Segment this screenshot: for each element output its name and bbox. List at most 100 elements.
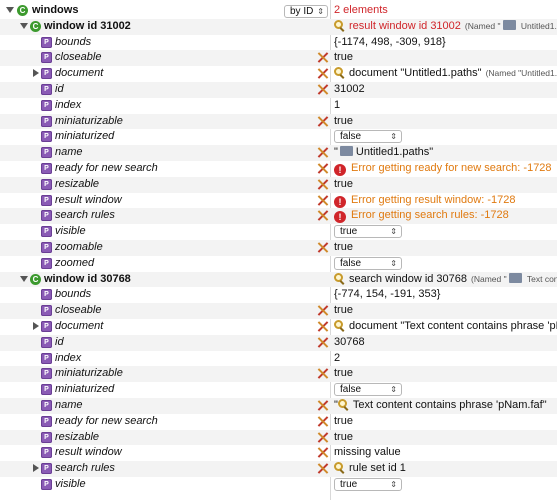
property-icon: P [41,431,52,443]
no-write-icon [317,337,328,348]
class-icon: C [30,20,41,32]
property-row[interactable]: Pminiaturizable true [0,366,557,383]
class-icon: C [17,5,28,16]
property-icon: P [41,257,52,269]
property-name: closeable [55,51,102,64]
property-row[interactable]: Pdocument document "Text content contains… [0,319,557,335]
property-row[interactable]: Pzoomable true [0,240,557,256]
property-value: 31002 [334,83,365,95]
property-row[interactable]: Pcloseable true [0,50,557,67]
property-name: zoomable [55,241,103,253]
reference-value[interactable]: rule set id 1 [334,462,406,474]
tree-row-windows[interactable]: Cwindows by ID ⇕ 2 elements [0,3,557,19]
property-row[interactable]: Pid 31002 [0,82,557,98]
property-row[interactable]: Pready for new search! Error getting read… [0,161,557,177]
disclosure-triangle-expanded-icon[interactable] [6,7,14,13]
chevron-updown-icon: ⇕ [390,385,397,395]
value-select-text: true [340,479,358,490]
no-write-icon [317,195,328,206]
error-text: Error getting result window: -1728 [351,193,516,206]
property-value: 30768 [334,335,365,348]
value-select[interactable]: true ⇕ [334,225,402,239]
property-row[interactable]: Pindex 1 [0,98,557,114]
chevron-updown-icon: ⇕ [390,480,397,489]
no-write-icon [317,52,328,63]
error-icon: ! [334,211,346,224]
property-row[interactable]: Pvisible true ⇕ [0,477,557,493]
property-value: {-1174, 498, -309, 918} [334,35,446,48]
property-icon: P [41,210,52,222]
property-row[interactable]: Pminiaturized false ⇕ [0,129,557,145]
property-icon: P [41,305,52,317]
tree-row-window[interactable]: Cwindow id 31002 result window id 31002 (N… [0,18,557,35]
property-name: search rules [55,209,115,222]
property-row[interactable]: Pminiaturizable true [0,113,557,130]
property-row[interactable]: Pminiaturized false ⇕ [0,382,557,398]
name-value: " Untitled1.paths" [334,146,433,158]
tree-row-window[interactable]: Cwindow id 30768 search window id 30768 (N… [0,271,557,288]
chevron-updown-icon: ⇕ [390,227,397,237]
disclosure-triangle-collapsed-icon[interactable] [33,322,39,330]
value-select[interactable]: false ⇕ [334,256,402,270]
reference-text: document "Untitled1.paths" [349,67,482,80]
property-row[interactable]: Pname " Untitled1.paths" [0,145,557,161]
window-label: window id 30768 [44,272,131,285]
magnifier-icon [334,19,345,31]
magnifier-icon [337,399,349,410]
property-name: resizable [55,177,100,190]
no-write-icon [317,179,328,190]
property-name: bounds [55,288,92,301]
property-row[interactable]: Pzoomed false ⇕ [0,256,557,272]
property-row[interactable]: Psearch rules! Error getting search rules… [0,208,557,225]
property-name: miniaturizable [55,367,123,380]
name-text: Text content contains phrase 'pNam.faf" [352,399,547,411]
magnifier-icon [334,272,345,284]
value-select[interactable]: false ⇕ [334,130,402,144]
reference-text: rule set id 1 [349,462,406,475]
reference-value[interactable]: document "Untitled1.paths" (Named "Untitl… [334,67,557,79]
value-select[interactable]: false ⇕ [334,383,402,397]
reference-value[interactable]: document "Text content contains phrase '… [334,320,557,332]
property-row[interactable]: Psearch rules rule set id 1 [0,461,557,477]
property-value: true [334,114,353,127]
property-icon: P [41,463,52,475]
property-row[interactable]: Pindex 2 [0,351,557,367]
no-write-icon [317,116,328,127]
property-row[interactable]: Pname " Text content contains phrase 'pNam… [0,398,557,414]
property-row[interactable]: Presult window! Error getting result wind… [0,193,557,209]
disclosure-triangle-collapsed-icon[interactable] [33,464,39,473]
property-icon: P [41,52,52,64]
sort-select[interactable]: by ID ⇕ [284,5,328,18]
property-icon: P [41,226,52,238]
property-icon: P [41,415,52,427]
property-row[interactable]: Presult window missing value [0,445,557,461]
magnifier-icon [334,320,345,331]
property-row[interactable]: Pvisible true ⇕ [0,224,557,240]
window-label: window id 31002 [44,19,131,32]
no-write-icon [317,432,328,443]
summary-note-tail: Text conte [526,273,557,284]
property-row[interactable]: Presizable true [0,176,557,193]
property-name: result window [55,446,122,459]
value-select[interactable]: true ⇕ [334,478,402,491]
property-row[interactable]: Pid 30768 [0,334,557,351]
magnifier-icon [334,462,345,473]
property-icon: P [41,289,52,301]
error-value: ! Error getting ready for new search: -17… [334,162,552,176]
summary-note: (Named " [471,273,507,284]
no-write-icon [317,305,328,316]
property-row[interactable]: Pdocument document "Untitled1.paths" (Name… [0,66,557,82]
property-icon: P [41,479,52,490]
reference-note: (Named "Untitled1. [485,68,557,79]
property-row[interactable]: Pcloseable true [0,303,557,319]
property-row[interactable]: Pready for new search true [0,414,557,430]
disclosure-triangle-expanded-icon[interactable] [20,275,28,282]
property-row[interactable]: Presizable true [0,429,557,446]
property-row[interactable]: Pbounds {-774, 154, -191, 353} [0,287,557,303]
property-name: resizable [55,430,100,443]
class-icon: C [30,273,41,285]
disclosure-triangle-expanded-icon[interactable] [20,22,28,29]
disclosure-triangle-collapsed-icon[interactable] [33,69,39,78]
property-row[interactable]: Pbounds {-1174, 498, -309, 918} [0,35,557,51]
magnifier-icon [334,67,345,78]
